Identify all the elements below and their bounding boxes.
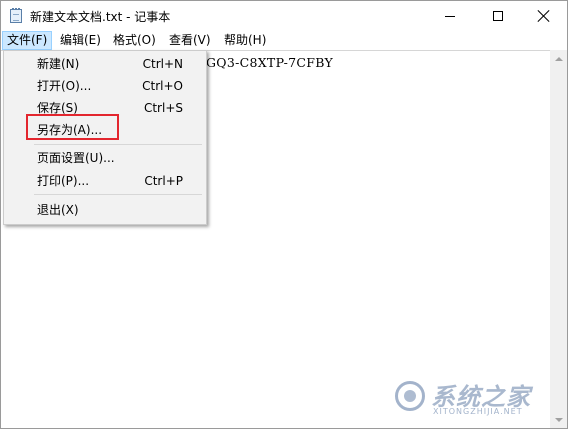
scroll-up-button[interactable] xyxy=(550,50,567,67)
menu-edit[interactable]: 编辑(E) xyxy=(56,31,105,50)
arrow-up-icon xyxy=(554,56,563,61)
menu-view[interactable]: 查看(V) xyxy=(165,31,215,50)
watermark-logo-icon xyxy=(395,381,425,411)
close-icon xyxy=(538,10,550,22)
menu-item-new[interactable]: 新建(N) Ctrl+N xyxy=(5,53,205,75)
menu-bar: 文件(F) 编辑(E) 格式(O) 查看(V) 帮助(H) xyxy=(1,31,567,50)
menu-separator xyxy=(34,194,202,195)
menu-item-shortcut: Ctrl+O xyxy=(142,79,183,93)
menu-item-label: 页面设置(U)... xyxy=(37,151,115,165)
close-button[interactable] xyxy=(521,1,567,31)
menu-item-exit[interactable]: 退出(X) xyxy=(5,199,205,221)
menu-item-shortcut: Ctrl+P xyxy=(144,174,183,188)
menu-item-label: 新建(N) xyxy=(37,57,80,71)
menu-help[interactable]: 帮助(H) xyxy=(220,31,270,50)
menu-item-label: 打开(O)... xyxy=(37,79,92,93)
menu-item-shortcut: Ctrl+N xyxy=(142,57,183,71)
menu-item-open[interactable]: 打开(O)... Ctrl+O xyxy=(5,75,205,97)
notepad-icon xyxy=(10,8,22,23)
save-as-highlight-box xyxy=(26,114,119,140)
menu-item-page-setup[interactable]: 页面设置(U)... xyxy=(5,147,205,169)
minimize-button[interactable] xyxy=(427,1,473,31)
editor-text: GQ3-C8XTP-7CFBY xyxy=(206,55,334,70)
notepad-window: 新建文本文档.txt - 记事本 文件(F) 编辑(E) 格式(O) 查看(V)… xyxy=(0,0,568,429)
menu-item-label: 退出(X) xyxy=(37,203,79,217)
maximize-button[interactable] xyxy=(475,1,521,31)
maximize-icon xyxy=(493,11,503,21)
menu-item-shortcut: Ctrl+S xyxy=(143,101,183,115)
vertical-scrollbar[interactable] xyxy=(550,50,567,428)
menu-file[interactable]: 文件(F) xyxy=(2,31,53,50)
watermark: 系统之家 XITONGZHIJIA.NET xyxy=(395,377,561,425)
title-bar[interactable]: 新建文本文档.txt - 记事本 xyxy=(1,1,567,31)
watermark-subtext: XITONGZHIJIA.NET xyxy=(433,407,523,416)
menu-separator xyxy=(34,144,202,145)
minimize-icon xyxy=(445,15,455,17)
menu-format[interactable]: 格式(O) xyxy=(109,31,160,50)
window-title: 新建文本文档.txt - 记事本 xyxy=(30,10,171,24)
menu-item-label: 打印(P)... xyxy=(37,174,90,188)
menu-item-print[interactable]: 打印(P)... Ctrl+P xyxy=(5,170,205,192)
